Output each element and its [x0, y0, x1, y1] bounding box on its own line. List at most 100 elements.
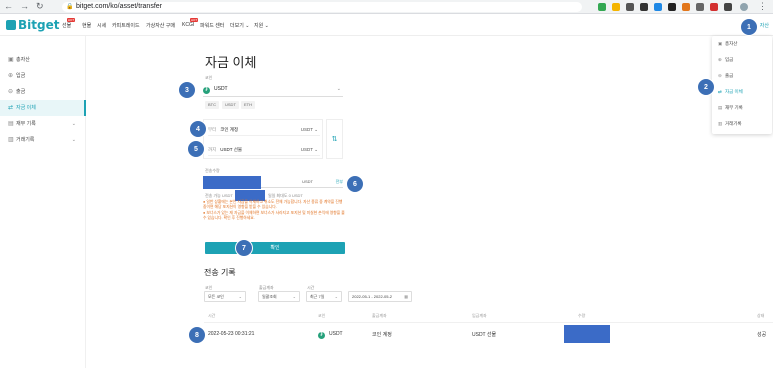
redacted-row-amount	[564, 325, 610, 343]
dropdown-item-deposit[interactable]: ⊕ 입금	[712, 52, 772, 68]
extension-icon[interactable]	[612, 3, 620, 11]
annotation-badge-6: 6	[346, 175, 364, 193]
filter-time[interactable]: 최근 7일 ⌄	[306, 291, 342, 302]
forward-icon[interactable]: →	[20, 1, 29, 11]
extension-icon[interactable]	[682, 3, 690, 11]
row-time: 2022-05-23 00:31:21	[208, 331, 255, 337]
filter-account[interactable]: 일괄조회 ⌄	[258, 291, 300, 302]
dropdown-item-financial-record[interactable]: ▤ 재무 기록	[712, 100, 772, 116]
menu-icon[interactable]: ⋮	[758, 1, 767, 12]
nav-futures[interactable]: 선물 HOT	[62, 18, 76, 29]
wallet-icon: ▣	[8, 57, 14, 63]
address-bar[interactable]: 🔒 bitget.com/ko/asset/transfer	[62, 2, 582, 12]
amount-label: 전송수량	[205, 168, 220, 173]
browser-toolbar: ← → ↻ 🔒 bitget.com/ko/asset/transfer ⋮	[0, 0, 773, 14]
nav-market[interactable]: 시세	[97, 22, 106, 29]
column-coin: 코인	[318, 313, 326, 318]
nav-support[interactable]: 지원 ⌄	[254, 22, 269, 29]
swap-icon: ⇅	[331, 136, 338, 143]
coin-chip-eth[interactable]: ETH	[241, 101, 255, 109]
all-button[interactable]: 전부	[336, 176, 343, 188]
withdraw-icon: ⊖	[718, 73, 722, 78]
lock-icon: 🔒	[66, 4, 74, 10]
date-range-picker[interactable]: 2022-05-1 - 2022-05-2 ▦	[348, 291, 412, 302]
puzzle-icon[interactable]	[724, 3, 732, 11]
column-time: 시간	[208, 313, 216, 318]
dropdown-item-trade-history[interactable]: ▥ 거래기록	[712, 116, 772, 132]
nav-more[interactable]: 더보기 ⌄	[230, 22, 249, 29]
logo[interactable]: Bitget	[6, 18, 59, 32]
top-nav: Bitget 선물 HOT 현물 시세 카피트레이드 가상자산 구매 KCGI HO…	[0, 14, 773, 36]
dropdown-item-overview[interactable]: ▣ 총자산	[712, 36, 772, 52]
chevron-down-icon: ⌄	[71, 137, 76, 143]
annotation-badge-3: 3	[178, 81, 196, 99]
history-icon: ▥	[8, 137, 14, 143]
back-icon[interactable]: ←	[4, 1, 13, 11]
nav-kcgi[interactable]: KCGI HOT	[182, 18, 199, 28]
extension-icon[interactable]	[710, 3, 718, 11]
deposit-icon: ⊕	[718, 57, 722, 62]
calendar-icon: ▦	[404, 294, 408, 299]
extension-icon[interactable]	[626, 3, 634, 11]
row-coin: ₮ USDT	[318, 331, 343, 339]
sidebar-item-withdraw[interactable]: ⊖ 출금	[0, 84, 86, 100]
extension-icon[interactable]	[668, 3, 676, 11]
nav-spot[interactable]: 현물	[82, 22, 91, 29]
confirm-button[interactable]: 확인	[205, 242, 345, 254]
deposit-icon: ⊕	[8, 73, 14, 79]
dropdown-item-transfer[interactable]: ⇄ 자금 이체	[712, 84, 772, 100]
annotation-badge-4: 4	[189, 120, 207, 138]
column-from: 출금계좌	[372, 313, 387, 318]
assets-dropdown: ▣ 총자산 ⊕ 입금 ⊖ 출금 ⇄ 자금 이체 ▤ 재무 기록 ▥ 거래기록	[712, 36, 772, 134]
transfer-icon: ⇄	[718, 89, 722, 94]
row-to: USDT 선물	[472, 332, 497, 338]
sidebar-item-deposit[interactable]: ⊕ 입금	[0, 68, 86, 84]
header-divider	[204, 322, 773, 323]
logo-mark-icon	[6, 20, 16, 30]
warning-notice: ● 일반 상황에는 본인 자금을 이체하고 취소도 전체 가능합니다. 자산 종…	[203, 200, 345, 220]
annotation-badge-8: 8	[188, 326, 206, 344]
extension-icon[interactable]	[696, 3, 704, 11]
annotation-badge-5: 5	[187, 140, 205, 158]
dropdown-item-withdraw[interactable]: ⊖ 출금	[712, 68, 772, 84]
redacted-amount	[203, 176, 261, 189]
sidebar: ▣ 총자산 ⊕ 입금 ⊖ 출금 ⇄ 자금 이체 ▤ 재무 기록 ⌄ ▥ 거래기록 ⌄	[0, 36, 86, 368]
sidebar-item-overview[interactable]: ▣ 총자산	[0, 52, 86, 68]
sidebar-item-trade-history[interactable]: ▥ 거래기록 ⌄	[0, 132, 86, 148]
profile-icon[interactable]	[740, 3, 748, 11]
transfer-icon: ⇄	[8, 105, 14, 111]
record-icon: ▤	[718, 105, 723, 110]
url-text: bitget.com/ko/asset/transfer	[76, 3, 162, 10]
extension-icon[interactable]	[640, 3, 648, 11]
usdt-icon: ₮	[318, 332, 325, 339]
extension-icon[interactable]	[598, 3, 606, 11]
from-account-select[interactable]: 부터 코인 계정 USDT ⌄	[208, 124, 320, 136]
sidebar-item-transfer[interactable]: ⇄ 자금 이체	[0, 100, 86, 116]
coin-select[interactable]: ₮ USDT ⌄	[203, 82, 343, 97]
chevron-down-icon: ⌄	[336, 86, 341, 92]
annotation-badge-7: 7	[235, 239, 253, 257]
chevron-down-icon: ⌄	[71, 121, 76, 127]
to-account-select[interactable]: 까지 USDT 선물 USDT ⌄	[208, 144, 320, 156]
column-to: 입금계좌	[472, 313, 487, 318]
coin-chip-usdt[interactable]: USDT	[222, 101, 239, 109]
reload-icon[interactable]: ↻	[36, 1, 44, 12]
record-icon: ▤	[8, 121, 14, 127]
coin-chip-btc[interactable]: BTC	[205, 101, 219, 109]
annotation-badge-2: 2	[697, 78, 715, 96]
nav-copytrade[interactable]: 카피트레이드	[112, 22, 140, 29]
sidebar-item-financial-record[interactable]: ▤ 재무 기록 ⌄	[0, 116, 86, 132]
column-amount: 수량	[578, 313, 586, 318]
swap-accounts-button[interactable]: ⇅	[326, 119, 343, 159]
nav-partner[interactable]: 파워드 센터	[200, 22, 224, 29]
extension-icon[interactable]	[654, 3, 662, 11]
withdraw-icon: ⊖	[8, 89, 14, 95]
page-title: 자금 이체	[205, 55, 257, 70]
available-label: 전송 가능 USDT	[205, 193, 233, 198]
history-icon: ▥	[718, 121, 723, 126]
history-title: 전송 기록	[204, 268, 236, 277]
assets-menu[interactable]: 자산	[760, 22, 769, 29]
nav-buy-crypto[interactable]: 가상자산 구매	[146, 22, 175, 29]
daily-max-label: 일일 최대도 0 USDT	[268, 193, 303, 198]
filter-coin[interactable]: 모든 코인 ⌄	[204, 291, 246, 302]
